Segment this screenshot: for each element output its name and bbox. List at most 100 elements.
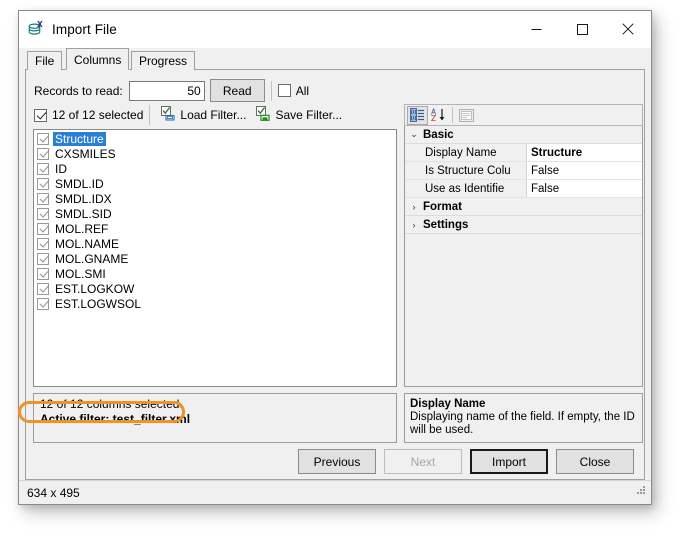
svg-text:Z: Z [431,114,436,122]
list-item[interactable]: SMDL.IDX [34,191,396,206]
column-checkbox[interactable] [37,297,49,310]
property-category-label: Format [423,200,462,213]
load-filter-button[interactable]: Load Filter... [156,104,251,126]
save-filter-icon [256,106,275,124]
previous-button[interactable]: Previous [298,449,376,474]
select-all-columns-checkbox[interactable] [34,108,47,122]
column-checkbox[interactable] [37,162,49,175]
property-value[interactable]: Structure [527,144,642,161]
tab-file[interactable]: File [27,51,63,70]
import-button[interactable]: Import [470,449,548,474]
load-filter-icon [161,106,180,124]
all-checkbox-box[interactable] [277,84,291,97]
list-item[interactable]: EST.LOGWSOL [34,296,396,311]
description-text: Displaying name of the field. If empty, … [410,411,635,436]
all-checkbox-label: All [295,83,310,98]
tab-columns[interactable]: Columns [66,48,130,70]
property-value[interactable]: False [527,180,642,197]
column-checkbox[interactable] [37,237,49,250]
property-category-row[interactable]: › Settings [405,216,642,234]
close-icon[interactable] [605,11,651,47]
list-item[interactable]: MOL.REF [34,221,396,236]
property-description-pane: Display Name Displaying name of the fiel… [404,393,643,443]
status-bar: 634 x 495 [19,480,651,504]
property-category-label: Basic [423,128,454,141]
list-item[interactable]: SMDL.SID [34,206,396,221]
selected-count-label: 12 of 12 selected [52,108,144,122]
column-label: SMDL.SID [55,206,112,221]
column-checkbox[interactable] [37,147,49,160]
filters-row: 12 of 12 selected Load Filter... Save Fi… [34,104,347,126]
property-toolbar-separator [452,107,453,123]
filters-separator [149,105,151,125]
property-row[interactable]: Display Name Structure [405,144,642,162]
property-value[interactable]: False [527,162,642,179]
column-checkbox[interactable] [37,222,49,235]
column-label: MOL.GNAME [55,251,129,266]
save-filter-button[interactable]: Save Filter... [251,104,347,126]
records-row: Records to read: Read All [34,79,309,102]
property-name: Use as Identifie [423,180,527,197]
list-item[interactable]: ID [34,161,396,176]
resize-grip-icon[interactable] [635,483,647,501]
column-checkbox[interactable] [37,267,49,280]
column-checkbox[interactable] [37,132,49,145]
svg-text:X: X [37,21,43,29]
read-button[interactable]: Read [209,79,265,102]
list-item[interactable]: MOL.GNAME [34,251,396,266]
close-button[interactable]: Close [556,449,634,474]
column-checkbox[interactable] [37,177,49,190]
columns-selected-status: 12 of 12 columns selected. [40,397,183,411]
chevron-right-icon[interactable]: › [405,216,423,233]
categorized-view-icon[interactable] [407,105,428,125]
column-label: EST.LOGWSOL [55,296,142,311]
records-to-read-input[interactable] [128,80,205,101]
columns-page: Records to read: Read All 12 of 12 selec… [25,70,645,480]
description-title: Display Name [410,398,486,410]
property-row[interactable]: Use as Identifie False [405,180,642,198]
list-item[interactable]: SMDL.ID [34,176,396,191]
column-label: MOL.REF [55,221,109,236]
column-checkbox[interactable] [37,282,49,295]
property-row[interactable]: Is Structure Colu False [405,162,642,180]
maximize-icon[interactable] [559,11,605,47]
list-item[interactable]: Structure [34,131,396,146]
column-label: SMDL.IDX [55,191,112,206]
columns-list[interactable]: Structure CXSMILES ID SMDL.ID SMDL.IDX SMDL.S… [33,129,397,387]
title-bar: X Import File [19,11,651,48]
property-indent [405,180,423,197]
tab-strip: File Columns Progress [19,48,651,70]
tab-progress[interactable]: Progress [131,51,196,70]
property-grid-toolbar: A Z [404,104,643,126]
property-indent [405,144,423,161]
column-checkbox[interactable] [37,192,49,205]
records-to-read-label: Records to read: [34,83,123,98]
column-checkbox[interactable] [37,252,49,265]
database-stack-x-icon: X [27,20,45,39]
list-item[interactable]: EST.LOGKOW [34,281,396,296]
property-grid[interactable]: ⌄ Basic Display Name Structure Is Structure … [404,126,643,387]
window-controls [513,11,651,47]
property-indent [405,162,423,179]
next-button: Next [384,449,462,474]
window-size-text: 634 x 495 [27,485,80,500]
list-item[interactable]: MOL.SMI [34,266,396,281]
all-checkbox[interactable]: All [277,83,310,98]
alphabetical-sort-icon[interactable]: A Z [428,106,449,125]
property-category-row[interactable]: ⌄ Basic [405,126,642,144]
import-file-window: X Import File File Columns Progress Reco… [18,10,652,505]
window-title: Import File [52,22,117,37]
property-name: Is Structure Colu [423,162,527,179]
chevron-right-icon[interactable]: › [405,198,423,215]
list-item[interactable]: MOL.NAME [34,236,396,251]
column-label: SMDL.ID [55,176,104,191]
property-category-row[interactable]: › Format [405,198,642,216]
column-label: MOL.NAME [55,236,120,251]
load-filter-label: Load Filter... [180,108,247,122]
chevron-down-icon[interactable]: ⌄ [405,126,423,143]
minimize-icon[interactable] [513,11,559,47]
property-name: Display Name [423,144,527,161]
column-checkbox[interactable] [37,207,49,220]
property-pages-icon[interactable] [456,106,477,125]
list-item[interactable]: CXSMILES [34,146,396,161]
